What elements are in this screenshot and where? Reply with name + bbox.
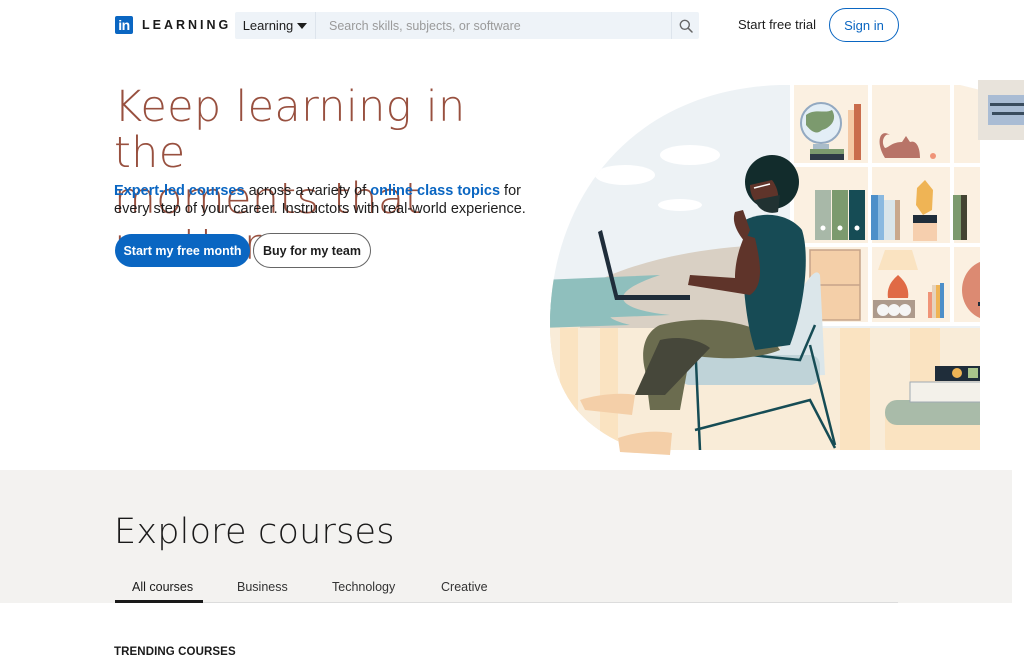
online-class-topics-link[interactable]: online class topics <box>370 183 500 199</box>
search-icon <box>679 19 693 33</box>
search-input[interactable] <box>316 12 671 39</box>
start-free-trial-link[interactable]: Start free trial <box>738 17 816 32</box>
linkedin-icon: in <box>115 16 133 34</box>
cloud-icon <box>660 145 720 165</box>
tab-technology[interactable]: Technology <box>332 580 395 594</box>
explore-courses-heading: Explore courses <box>114 512 395 552</box>
caret-down-icon <box>297 22 308 29</box>
search-button[interactable] <box>671 12 699 39</box>
search-bar: Learning <box>235 12 699 39</box>
tab-business[interactable]: Business <box>237 580 288 594</box>
top-nav: in LEARNING Learning Start free trial Si… <box>0 0 1024 52</box>
search-category-dropdown[interactable]: Learning <box>235 12 316 39</box>
course-category-tabs: All courses Business Technology Creative <box>115 573 898 603</box>
hero-title-line1: Keep learning in the <box>114 82 466 178</box>
trending-courses-heading: TRENDING COURSES <box>114 646 236 658</box>
person-with-laptop-illustration <box>550 80 1024 455</box>
tab-all-courses[interactable]: All courses <box>132 580 193 594</box>
sign-in-button[interactable]: Sign in <box>829 8 899 42</box>
tab-creative[interactable]: Creative <box>441 580 488 594</box>
expert-led-courses-link[interactable]: Expert-led courses <box>114 183 245 199</box>
search-category-label: Learning <box>242 18 294 33</box>
buy-for-team-button[interactable]: Buy for my team <box>253 233 371 268</box>
explore-courses-section: Explore courses All courses Business Tec… <box>0 470 1012 603</box>
start-free-month-button[interactable]: Start my free month <box>115 234 250 267</box>
logo-text: LEARNING <box>142 18 232 32</box>
linkedin-learning-logo[interactable]: in LEARNING <box>115 16 231 34</box>
active-tab-indicator <box>115 600 203 603</box>
subtitle-text: across a variety of <box>244 183 371 199</box>
hero-subtitle: Expert-led courses across a variety of o… <box>114 182 534 218</box>
